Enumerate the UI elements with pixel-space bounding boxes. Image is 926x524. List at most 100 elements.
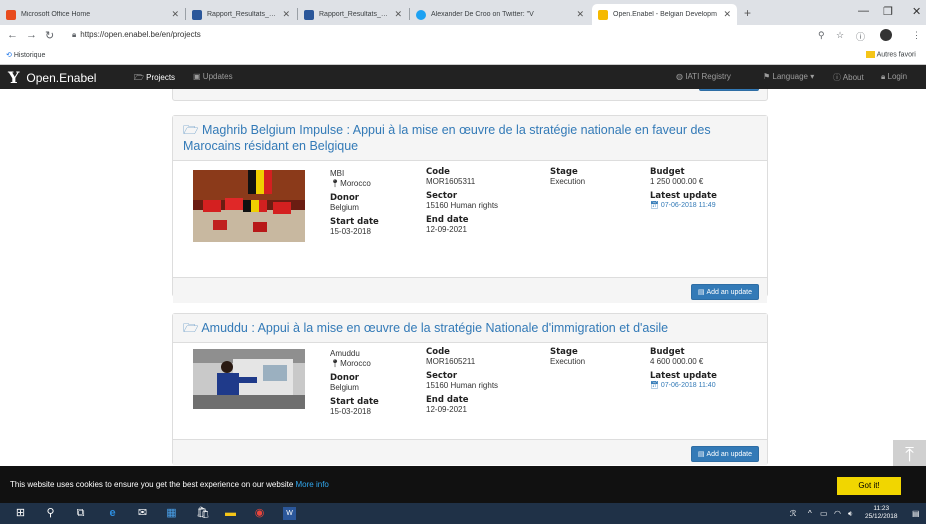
folder-open-icon: 🗁 <box>183 123 199 137</box>
latest-update-value[interactable]: 📅︎ 07-06-2018 11:40 <box>650 381 717 391</box>
info-circle-icon: ⓘ <box>833 73 841 82</box>
star-icon[interactable]: ☆ <box>836 30 844 41</box>
close-tab-icon[interactable]: ✕ <box>282 9 290 20</box>
word-icon <box>304 9 314 20</box>
forward-icon[interactable]: → <box>26 29 37 41</box>
col-code: Code MOR1605211 Sector 15160 Human right… <box>426 347 498 415</box>
bookmark-historique[interactable]: ⟲ Historique <box>6 51 45 59</box>
word-icon[interactable]: W <box>283 507 296 520</box>
taskbar-clock[interactable]: 11:23 25/12/2018 <box>865 505 898 521</box>
brand-link[interactable]: Y Open.Enabel <box>8 68 96 87</box>
project-title[interactable]: 🗁 Amuddu : Appui à la mise en œuvre de l… <box>173 314 767 343</box>
cookie-more-info-link[interactable]: More info <box>296 480 329 489</box>
info-icon[interactable]: ⓘ <box>856 30 865 43</box>
project-photo <box>193 170 305 242</box>
project-title[interactable]: 🗁 Maghrib Belgium Impulse : Appui à la m… <box>173 116 767 161</box>
minimize-icon[interactable]: — <box>858 5 869 17</box>
reload-icon[interactable]: ↻ <box>45 29 54 42</box>
new-tab-button[interactable]: + <box>744 6 751 20</box>
clock-time: 11:23 <box>873 505 890 512</box>
close-tab-icon[interactable]: ✕ <box>576 9 584 20</box>
task-view-icon[interactable]: ⧉ <box>74 507 87 520</box>
end-date-value: 12-09-2021 <box>426 225 467 234</box>
browser-tab[interactable]: Rapport_Resultats_MBI_2018.do ✕ <box>186 4 296 25</box>
code-label: Code <box>426 167 450 177</box>
nav-projects[interactable]: 🗁 Projects <box>134 72 175 86</box>
add-update-button[interactable]: ▤ Add an update <box>690 446 759 462</box>
calendar-icon: 📅︎ <box>650 202 659 209</box>
maximize-icon[interactable]: ❐ <box>883 5 893 18</box>
project-panel: 🗁 Amuddu : Appui à la mise en œuvre de l… <box>172 313 768 465</box>
url-field[interactable]: 🔒︎ https://open.enabel.be/en/projects <box>72 30 201 40</box>
add-update-button[interactable]: Add an update <box>699 89 759 91</box>
latest-update-value[interactable]: 📅︎ 07-06-2018 11:49 <box>650 201 717 211</box>
folder-icon[interactable]: ▬ <box>224 507 237 520</box>
tray-chevron-icon[interactable]: ^ <box>808 509 812 518</box>
nav-login[interactable]: 🔒︎ Login <box>881 72 907 82</box>
browser-tab-active[interactable]: Open.Enabel - Belgian Developm ✕ <box>592 4 737 25</box>
store-icon[interactable]: 🛍︎ <box>196 507 210 520</box>
cookie-message: This website uses cookies to ensure you … <box>10 480 329 489</box>
nav-about[interactable]: ⓘ About <box>833 72 864 83</box>
close-tab-icon[interactable]: ✕ <box>723 9 731 20</box>
wifi-icon[interactable]: ◠ <box>834 509 841 518</box>
nav-language[interactable]: ⚑ Language ▾ <box>763 72 814 81</box>
search-icon[interactable]: ⚲ <box>44 507 57 520</box>
back-icon[interactable]: ← <box>7 29 18 41</box>
close-tab-icon[interactable]: ✕ <box>394 9 402 20</box>
browser-tab[interactable]: Alexander De Croo on Twitter: "V ✕ <box>410 4 590 25</box>
nav-label: About <box>842 73 864 82</box>
stage-label: Stage <box>550 347 578 357</box>
sector-value: 15160 Human rights <box>426 201 499 210</box>
globe-icon: ◍ <box>676 72 683 81</box>
donor-label: Donor <box>330 373 359 383</box>
clock-date: 25/12/2018 <box>865 513 898 520</box>
mail-icon[interactable]: ✉ <box>136 507 149 520</box>
add-update-button[interactable]: ▤ Add an update <box>690 284 759 300</box>
browser-tab-bar: Microsoft Office Home ✕ Rapport_Resultat… <box>0 0 926 25</box>
scroll-to-top-button[interactable]: ⤒ <box>893 440 926 466</box>
nav-updates[interactable]: ▣ Updates <box>193 72 233 81</box>
budget-value: 1 250 000.00 € <box>650 177 704 186</box>
image-icon: ▣ <box>193 72 201 81</box>
col-stage: Stage Execution <box>550 167 585 187</box>
site-navbar: Y Open.Enabel 🗁 Projects ▣ Updates ◍ IAT… <box>0 65 926 89</box>
zoom-icon[interactable]: ⚲ <box>818 30 825 41</box>
tab-title: Microsoft Office Home <box>21 11 91 18</box>
calendar-icon: 📅︎ <box>650 382 659 389</box>
chrome-icon[interactable]: ◉ <box>253 507 266 520</box>
battery-icon[interactable]: ▭ <box>820 509 828 518</box>
browser-tab[interactable]: Rapport_Resultats_Amuddu_171 ✕ <box>298 4 408 25</box>
sector-label: Sector <box>426 191 458 201</box>
projects-list: Add an update 🗁 Maghrib Belgium Impulse … <box>0 89 926 466</box>
arrow-up-icon: ⤒ <box>905 444 914 466</box>
nav-label: Updates <box>202 72 233 81</box>
project-footer: ▤ Add an update <box>173 277 767 303</box>
bookmark-other[interactable]: Autres favori <box>866 51 916 58</box>
people-icon[interactable]: ℛ <box>790 509 796 518</box>
donor-label: Donor <box>330 193 359 203</box>
col-code: Code MOR1605311 Sector 15160 Human right… <box>426 167 498 235</box>
windows-start-icon[interactable]: ⊞ <box>14 507 27 520</box>
project-body: Amuddu 📍︎Morocco Donor Belgium Start dat… <box>173 343 767 439</box>
notifications-icon[interactable]: ▤ <box>912 509 920 518</box>
nav-iati-registry[interactable]: ◍ IATI Registry <box>676 72 731 81</box>
close-tab-icon[interactable]: ✕ <box>171 9 179 20</box>
start-date-value: 15-03-2018 <box>330 407 371 416</box>
menu-icon[interactable]: ⋮ <box>912 30 921 41</box>
edge-icon[interactable]: e <box>106 507 119 520</box>
twitter-icon <box>416 9 426 20</box>
budget-value: 4 600 000.00 € <box>650 357 704 366</box>
history-icon: ⟲ <box>6 52 12 59</box>
volume-icon[interactable]: 🔉︎ <box>848 509 853 519</box>
end-date-label: End date <box>426 215 469 225</box>
end-date-label: End date <box>426 395 469 405</box>
close-window-icon[interactable]: ✕ <box>912 5 921 18</box>
col-budget: Budget 1 250 000.00 € Latest update 📅︎ 0… <box>650 167 717 211</box>
browser-tab[interactable]: Microsoft Office Home ✕ <box>0 4 185 25</box>
file-explorer-icon[interactable]: ▦ <box>165 507 178 520</box>
map-marker-icon: 📍︎ <box>330 359 341 368</box>
avatar[interactable] <box>880 29 892 41</box>
cookie-text: This website uses cookies to ensure you … <box>10 480 294 489</box>
cookie-accept-button[interactable]: Got it! <box>837 477 901 495</box>
